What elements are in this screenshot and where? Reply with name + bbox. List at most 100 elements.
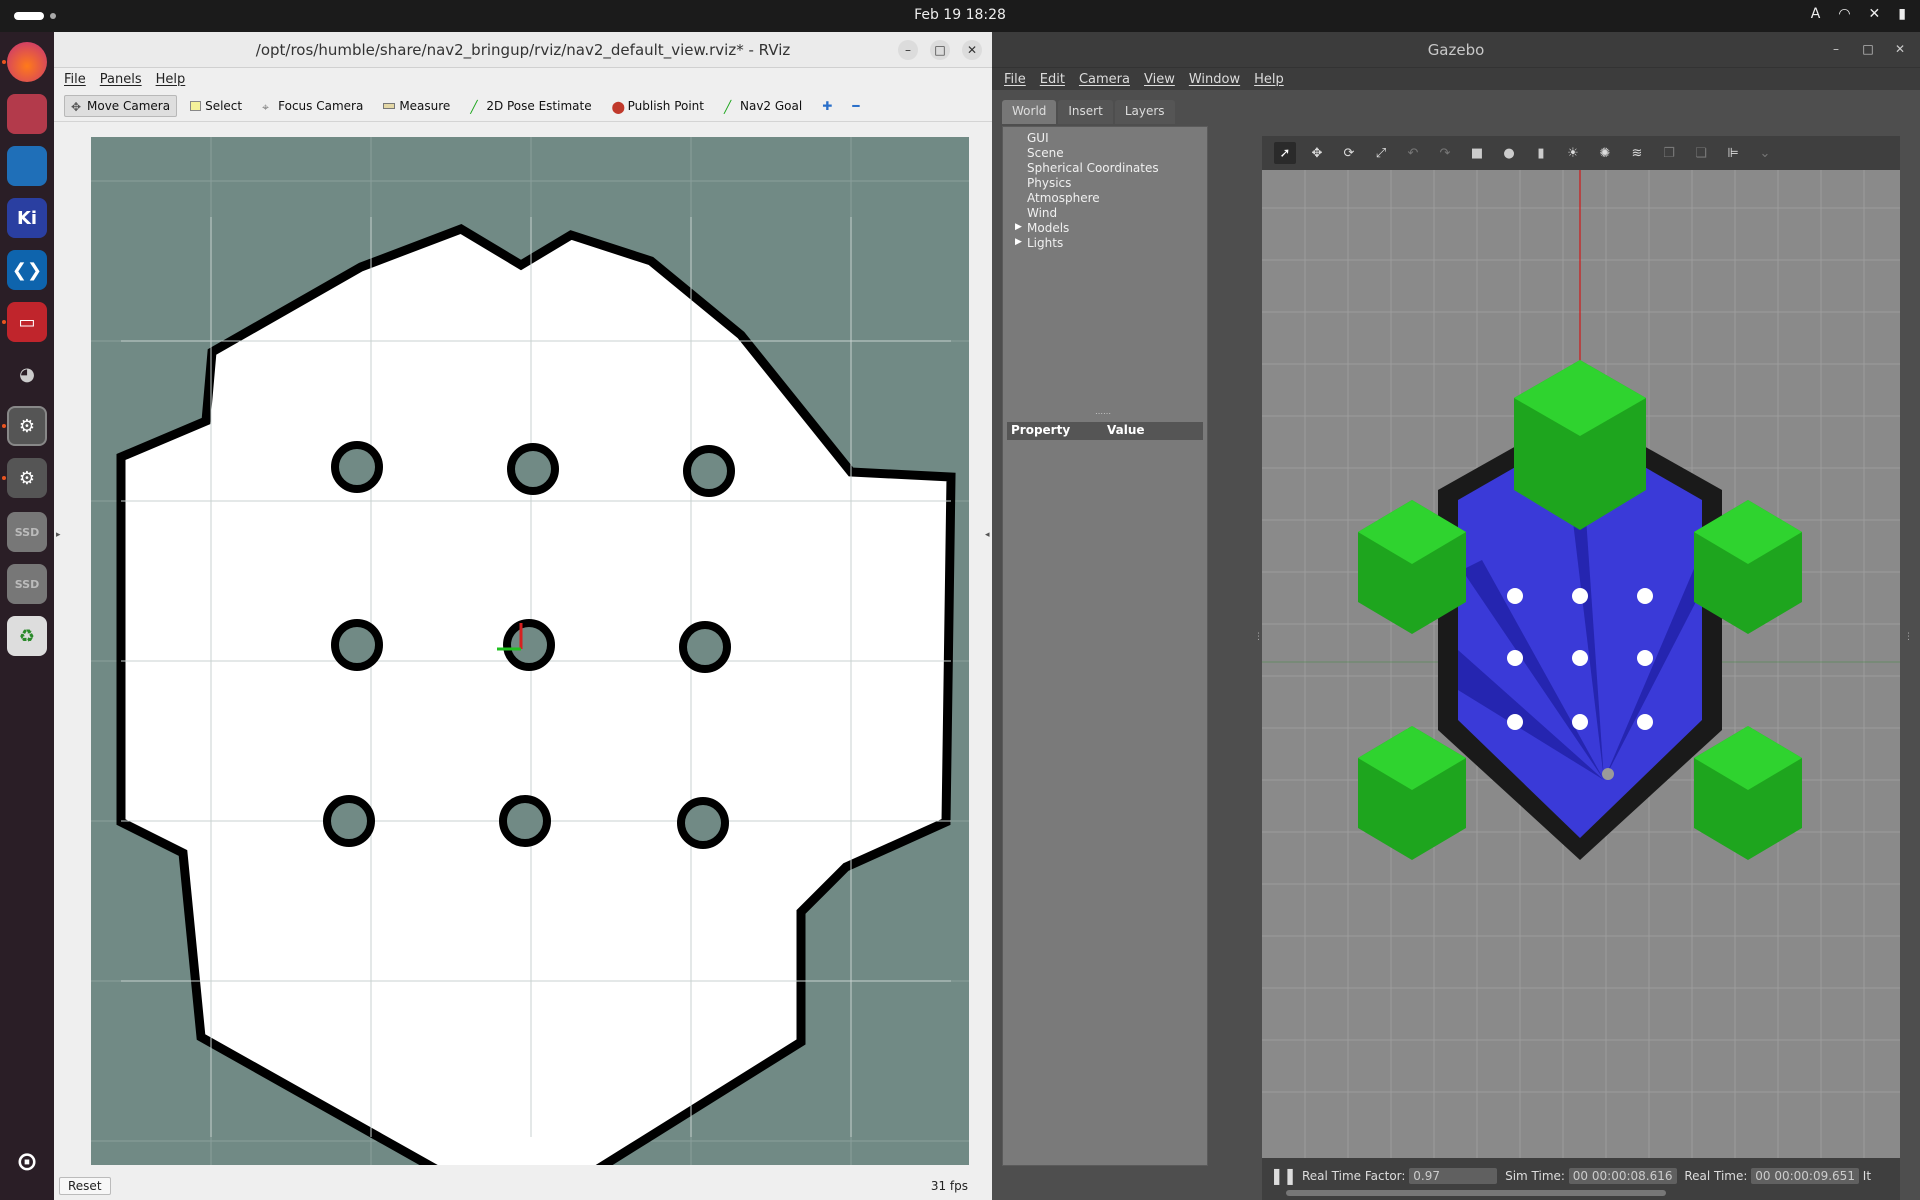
ssd-icon[interactable]: SSD	[7, 564, 47, 604]
wifi-icon[interactable]: ◠	[1838, 6, 1850, 22]
tree-item-wind[interactable]: Wind	[1027, 206, 1057, 220]
redo-icon[interactable]: ↷	[1434, 142, 1456, 164]
snap-icon[interactable]: ⌄	[1754, 142, 1776, 164]
tool-label: Measure	[399, 98, 451, 113]
translate-icon[interactable]: ✥	[1306, 142, 1328, 164]
terminal-icon[interactable]: ▭	[7, 302, 47, 342]
spot-light-icon[interactable]: ✺	[1594, 142, 1616, 164]
gazebo-scene[interactable]	[1262, 170, 1900, 1160]
minimize-button[interactable]: –	[1826, 39, 1846, 59]
align-icon[interactable]: ⊫	[1722, 142, 1744, 164]
map-pillar	[683, 445, 735, 497]
tab-world[interactable]: World	[1002, 100, 1057, 124]
menu-window[interactable]: Window	[1189, 72, 1240, 87]
tree-item-spherical[interactable]: Spherical Coordinates	[1027, 161, 1159, 175]
window-title: Gazebo	[1427, 41, 1485, 59]
rviz-titlebar[interactable]: /opt/ros/humble/share/nav2_bringup/rviz/…	[54, 32, 992, 68]
tree-item-models[interactable]: Models	[1027, 221, 1069, 235]
map-pillar	[323, 795, 375, 847]
undo-icon[interactable]: ↶	[1402, 142, 1424, 164]
system-tray[interactable]: A ◠ ✕ ▮	[1811, 6, 1906, 22]
tool-label: Focus Camera	[278, 98, 364, 113]
close-button[interactable]: ✕	[962, 40, 982, 60]
maximize-button[interactable]: □	[930, 40, 950, 60]
move-camera-tool[interactable]: ✥ Move Camera	[64, 94, 178, 117]
menu-edit[interactable]: Edit	[1040, 72, 1065, 87]
menu-panels[interactable]: Panels	[100, 72, 142, 87]
gimp-icon[interactable]: ◕	[7, 354, 47, 394]
robot[interactable]	[1602, 768, 1614, 780]
tab-layers[interactable]: Layers	[1114, 100, 1175, 124]
trash-icon[interactable]: ♻	[7, 616, 47, 656]
battery-icon[interactable]: ▮	[1898, 6, 1906, 22]
cylinder-obstacle	[1637, 714, 1653, 730]
scale-icon[interactable]: ⤢	[1370, 142, 1392, 164]
add-tool-button[interactable]: ✚	[815, 95, 839, 117]
map-free-space	[116, 224, 956, 1165]
ssd-icon[interactable]: SSD	[7, 512, 47, 552]
panel-splitter[interactable]: ⋮	[1904, 632, 1913, 642]
reset-button[interactable]: Reset	[59, 1177, 111, 1195]
files-icon[interactable]	[7, 94, 47, 134]
expand-arrow-icon[interactable]: ▶	[1015, 222, 1022, 232]
minimize-button[interactable]: –	[898, 40, 918, 60]
splitter-handle[interactable]: ⋯⋯	[1095, 409, 1111, 418]
copy-icon[interactable]: ❐	[1658, 142, 1680, 164]
point-light-icon[interactable]: ☀	[1562, 142, 1584, 164]
tree-item-scene[interactable]: Scene	[1027, 146, 1064, 160]
writer-icon[interactable]	[7, 146, 47, 186]
settings-icon[interactable]: ⚙	[7, 458, 47, 498]
occupancy-map[interactable]	[91, 137, 969, 1165]
settings-icon[interactable]: ⚙	[7, 406, 47, 446]
menu-file[interactable]: File	[64, 72, 86, 87]
menu-help[interactable]: Help	[1254, 72, 1284, 87]
arrow-green-icon: ╱	[724, 99, 732, 114]
tree-item-atmosphere[interactable]: Atmosphere	[1027, 191, 1100, 205]
remove-tool-button[interactable]: ━	[845, 95, 866, 117]
rtf-label: Real Time Factor:	[1302, 1169, 1406, 1183]
select-tool[interactable]: Select	[183, 95, 249, 117]
select-mode-icon[interactable]: ➚	[1274, 142, 1296, 164]
close-button[interactable]: ✕	[1890, 39, 1910, 59]
left-panel-handle[interactable]: ▸	[54, 32, 62, 1200]
keyboard-indicator[interactable]: A	[1811, 6, 1821, 22]
mute-icon[interactable]: ✕	[1869, 6, 1881, 22]
directional-light-icon[interactable]: ≋	[1626, 142, 1648, 164]
maximize-button[interactable]: □	[1858, 39, 1878, 59]
paste-icon[interactable]: ❏	[1690, 142, 1712, 164]
publish-point-tool[interactable]: ⬤ Publish Point	[605, 95, 711, 117]
menu-view[interactable]: View	[1144, 72, 1175, 87]
tree-item-physics[interactable]: Physics	[1027, 176, 1071, 190]
menu-help[interactable]: Help	[156, 72, 186, 87]
gazebo-titlebar[interactable]: Gazebo – □ ✕	[992, 32, 1920, 68]
menu-camera[interactable]: Camera	[1079, 72, 1130, 87]
clock[interactable]: Feb 19 18:28	[0, 7, 1920, 23]
tree-item-gui[interactable]: GUI	[1027, 131, 1049, 145]
gazebo-3d-view[interactable]	[1262, 170, 1900, 1160]
cylinder-obstacle	[1507, 650, 1523, 666]
menu-file[interactable]: File	[1004, 72, 1026, 87]
show-apps-icon[interactable]: ⊙	[7, 1142, 47, 1182]
property-header: Property	[1011, 423, 1071, 437]
horizontal-scrollbar[interactable]	[1286, 1190, 1666, 1196]
vscode-icon[interactable]: ❮❯	[7, 250, 47, 290]
sphere-icon[interactable]: ●	[1498, 142, 1520, 164]
measure-tool[interactable]: Measure	[376, 95, 457, 117]
tab-insert[interactable]: Insert	[1058, 100, 1113, 124]
pause-icon[interactable]: ❚❚	[1270, 1166, 1297, 1185]
box-icon[interactable]: ■	[1466, 142, 1488, 164]
pose-estimate-tool[interactable]: ╱ 2D Pose Estimate	[463, 95, 598, 117]
right-panel-handle[interactable]: ◂	[984, 32, 992, 1200]
top-bar: Feb 19 18:28 A ◠ ✕ ▮	[0, 0, 1920, 32]
firefox-icon[interactable]	[7, 42, 47, 82]
rviz-statusbar: Reset 31 fps	[54, 1174, 992, 1200]
nav2-goal-tool[interactable]: ╱ Nav2 Goal	[717, 95, 809, 117]
rviz-3d-view[interactable]	[91, 137, 969, 1165]
rotate-icon[interactable]: ⟳	[1338, 142, 1360, 164]
cylinder-icon[interactable]: ▮	[1530, 142, 1552, 164]
tool-label: Select	[205, 98, 243, 113]
focus-camera-tool[interactable]: ⌖ Focus Camera	[255, 95, 370, 117]
kicad-icon[interactable]: Ki	[7, 198, 47, 238]
tree-item-lights[interactable]: Lights	[1027, 236, 1063, 250]
expand-arrow-icon[interactable]: ▶	[1015, 237, 1022, 247]
